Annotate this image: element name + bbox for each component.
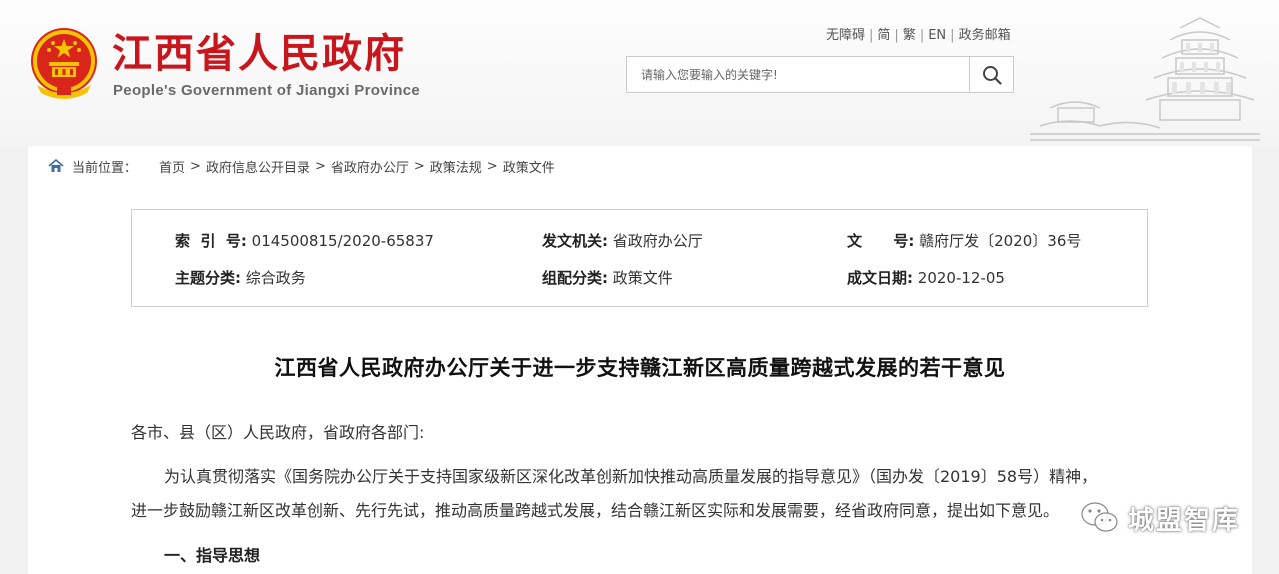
national-emblem-icon: [31, 28, 97, 99]
meta-document-number: 文 号: 赣府厅发〔2020〕36号: [847, 230, 1081, 251]
meta-label: 发文机关:: [542, 232, 608, 250]
meta-label: 成文日期:: [847, 269, 913, 287]
pavilion-illustration: [1030, 17, 1260, 141]
search-box: [626, 56, 1014, 93]
meta-value: 赣府厅发〔2020〕36号: [919, 232, 1082, 250]
breadcrumb-separator: >: [486, 158, 498, 174]
watermark-text: 城盟智库: [1128, 505, 1241, 536]
home-icon: [48, 159, 64, 172]
meta-value: 政策文件: [612, 269, 673, 287]
salutation: 各市、县（区）人民政府，省政府各部门:: [131, 423, 425, 442]
search-input[interactable]: [627, 57, 970, 92]
wechat-icon: [1081, 502, 1118, 532]
top-links: 无障碍 | 简 | 繁 | EN | 政务邮箱: [826, 24, 1011, 43]
meta-value: 综合政务: [245, 269, 306, 287]
breadcrumb-policy-documents[interactable]: 政策文件: [503, 157, 555, 176]
breadcrumb-separator: >: [413, 158, 425, 174]
meta-label: 主题分类:: [175, 269, 241, 287]
search-icon: [982, 65, 1002, 85]
search-button[interactable]: [969, 57, 1013, 92]
meta-value: 014500815/2020-65837: [251, 232, 434, 250]
divider: |: [869, 28, 874, 43]
meta-label: 文 号:: [847, 232, 915, 250]
meta-value: 省政府办公厅: [612, 232, 703, 250]
breadcrumb-policy-regulations[interactable]: 政策法规: [430, 157, 482, 176]
site-subtitle: People's Government of Jiangxi Province: [113, 82, 421, 99]
meta-label: 组配分类:: [542, 269, 608, 287]
document-meta-box: 索 引 号: 014500815/2020-65837 发文机关: 省政府办公厅…: [131, 209, 1148, 307]
breadcrumb-home[interactable]: 首页: [159, 157, 185, 176]
gov-mail-link[interactable]: 政务邮箱: [959, 28, 1011, 43]
breadcrumb-gov-info-catalog[interactable]: 政府信息公开目录: [206, 157, 310, 176]
english-link[interactable]: EN: [928, 28, 946, 43]
site-header: 江西省人民政府 People's Government of Jiangxi P…: [0, 0, 1279, 146]
meta-index-number: 索 引 号: 014500815/2020-65837: [175, 230, 434, 251]
accessibility-link[interactable]: 无障碍: [826, 28, 865, 43]
divider: |: [919, 28, 925, 43]
breadcrumb: 当前位置： 首页 > 政府信息公开目录 > 省政府办公厅 > 政策法规 > 政策…: [48, 156, 555, 176]
meta-topic: 主题分类: 综合政务: [175, 267, 306, 288]
content-panel: 当前位置： 首页 > 政府信息公开目录 > 省政府办公厅 > 政策法规 > 政策…: [28, 146, 1252, 574]
watermark: 城盟智库: [1080, 498, 1240, 538]
breadcrumb-separator: >: [314, 158, 326, 174]
site-title: 江西省人民政府: [112, 30, 406, 77]
meta-date: 成文日期: 2020-12-05: [847, 267, 1005, 288]
meta-issuer: 发文机关: 省政府办公厅: [542, 230, 703, 251]
meta-value: 2020-12-05: [917, 269, 1005, 287]
traditional-chinese-link[interactable]: 繁: [903, 28, 916, 43]
simplified-chinese-link[interactable]: 简: [877, 28, 890, 43]
meta-category: 组配分类: 政策文件: [542, 267, 673, 288]
paragraph-line: 为认真贯彻落实《国务院办公厅关于支持国家级新区深化改革创新加快推动高质量发展的指…: [164, 467, 1098, 486]
breadcrumb-general-office[interactable]: 省政府办公厅: [331, 157, 409, 176]
document-title: 江西省人民政府办公厅关于进一步支持赣江新区高质量跨越式发展的若干意见: [274, 356, 1006, 380]
divider: |: [894, 28, 899, 43]
meta-label: 索 引 号:: [175, 232, 247, 250]
breadcrumb-prefix: 当前位置：: [72, 160, 138, 176]
divider: |: [950, 28, 955, 43]
breadcrumb-separator: >: [190, 158, 201, 174]
section-heading: 一、指导思想: [164, 546, 261, 565]
paragraph-line: 进一步鼓励赣江新区改革创新、先行先试，推动高质量跨越式发展，结合赣江新区实际和发…: [131, 501, 1060, 520]
